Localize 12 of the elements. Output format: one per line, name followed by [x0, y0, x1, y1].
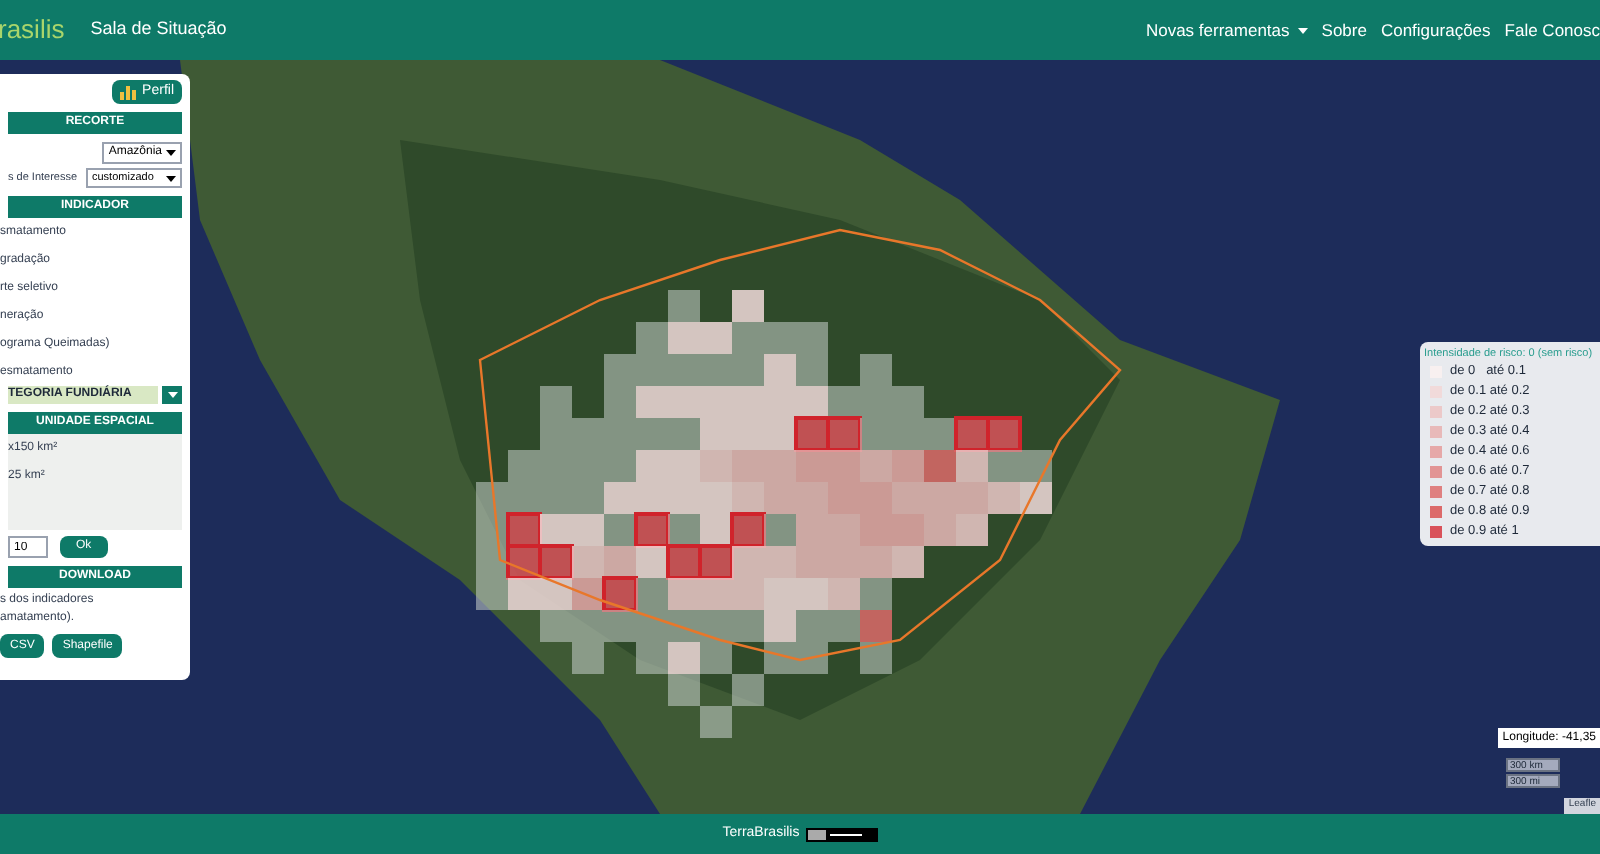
caret-icon — [166, 175, 176, 182]
caret-icon — [1297, 27, 1308, 33]
license-badge-icon — [805, 827, 878, 841]
nav-link[interactable]: Fale Conosc — [1504, 17, 1600, 43]
nav-link[interactable]: Novas ferramentas — [1145, 17, 1308, 43]
caret-icon — [167, 392, 177, 399]
bar-chart-icon — [120, 85, 137, 99]
nav-link[interactable]: Sobre — [1321, 17, 1367, 43]
page-title[interactable]: Sala de Situação — [90, 16, 227, 44]
caret-icon — [166, 150, 176, 156]
nav-link[interactable]: Configurações — [1380, 17, 1491, 43]
dropdown-button[interactable] — [162, 386, 182, 405]
